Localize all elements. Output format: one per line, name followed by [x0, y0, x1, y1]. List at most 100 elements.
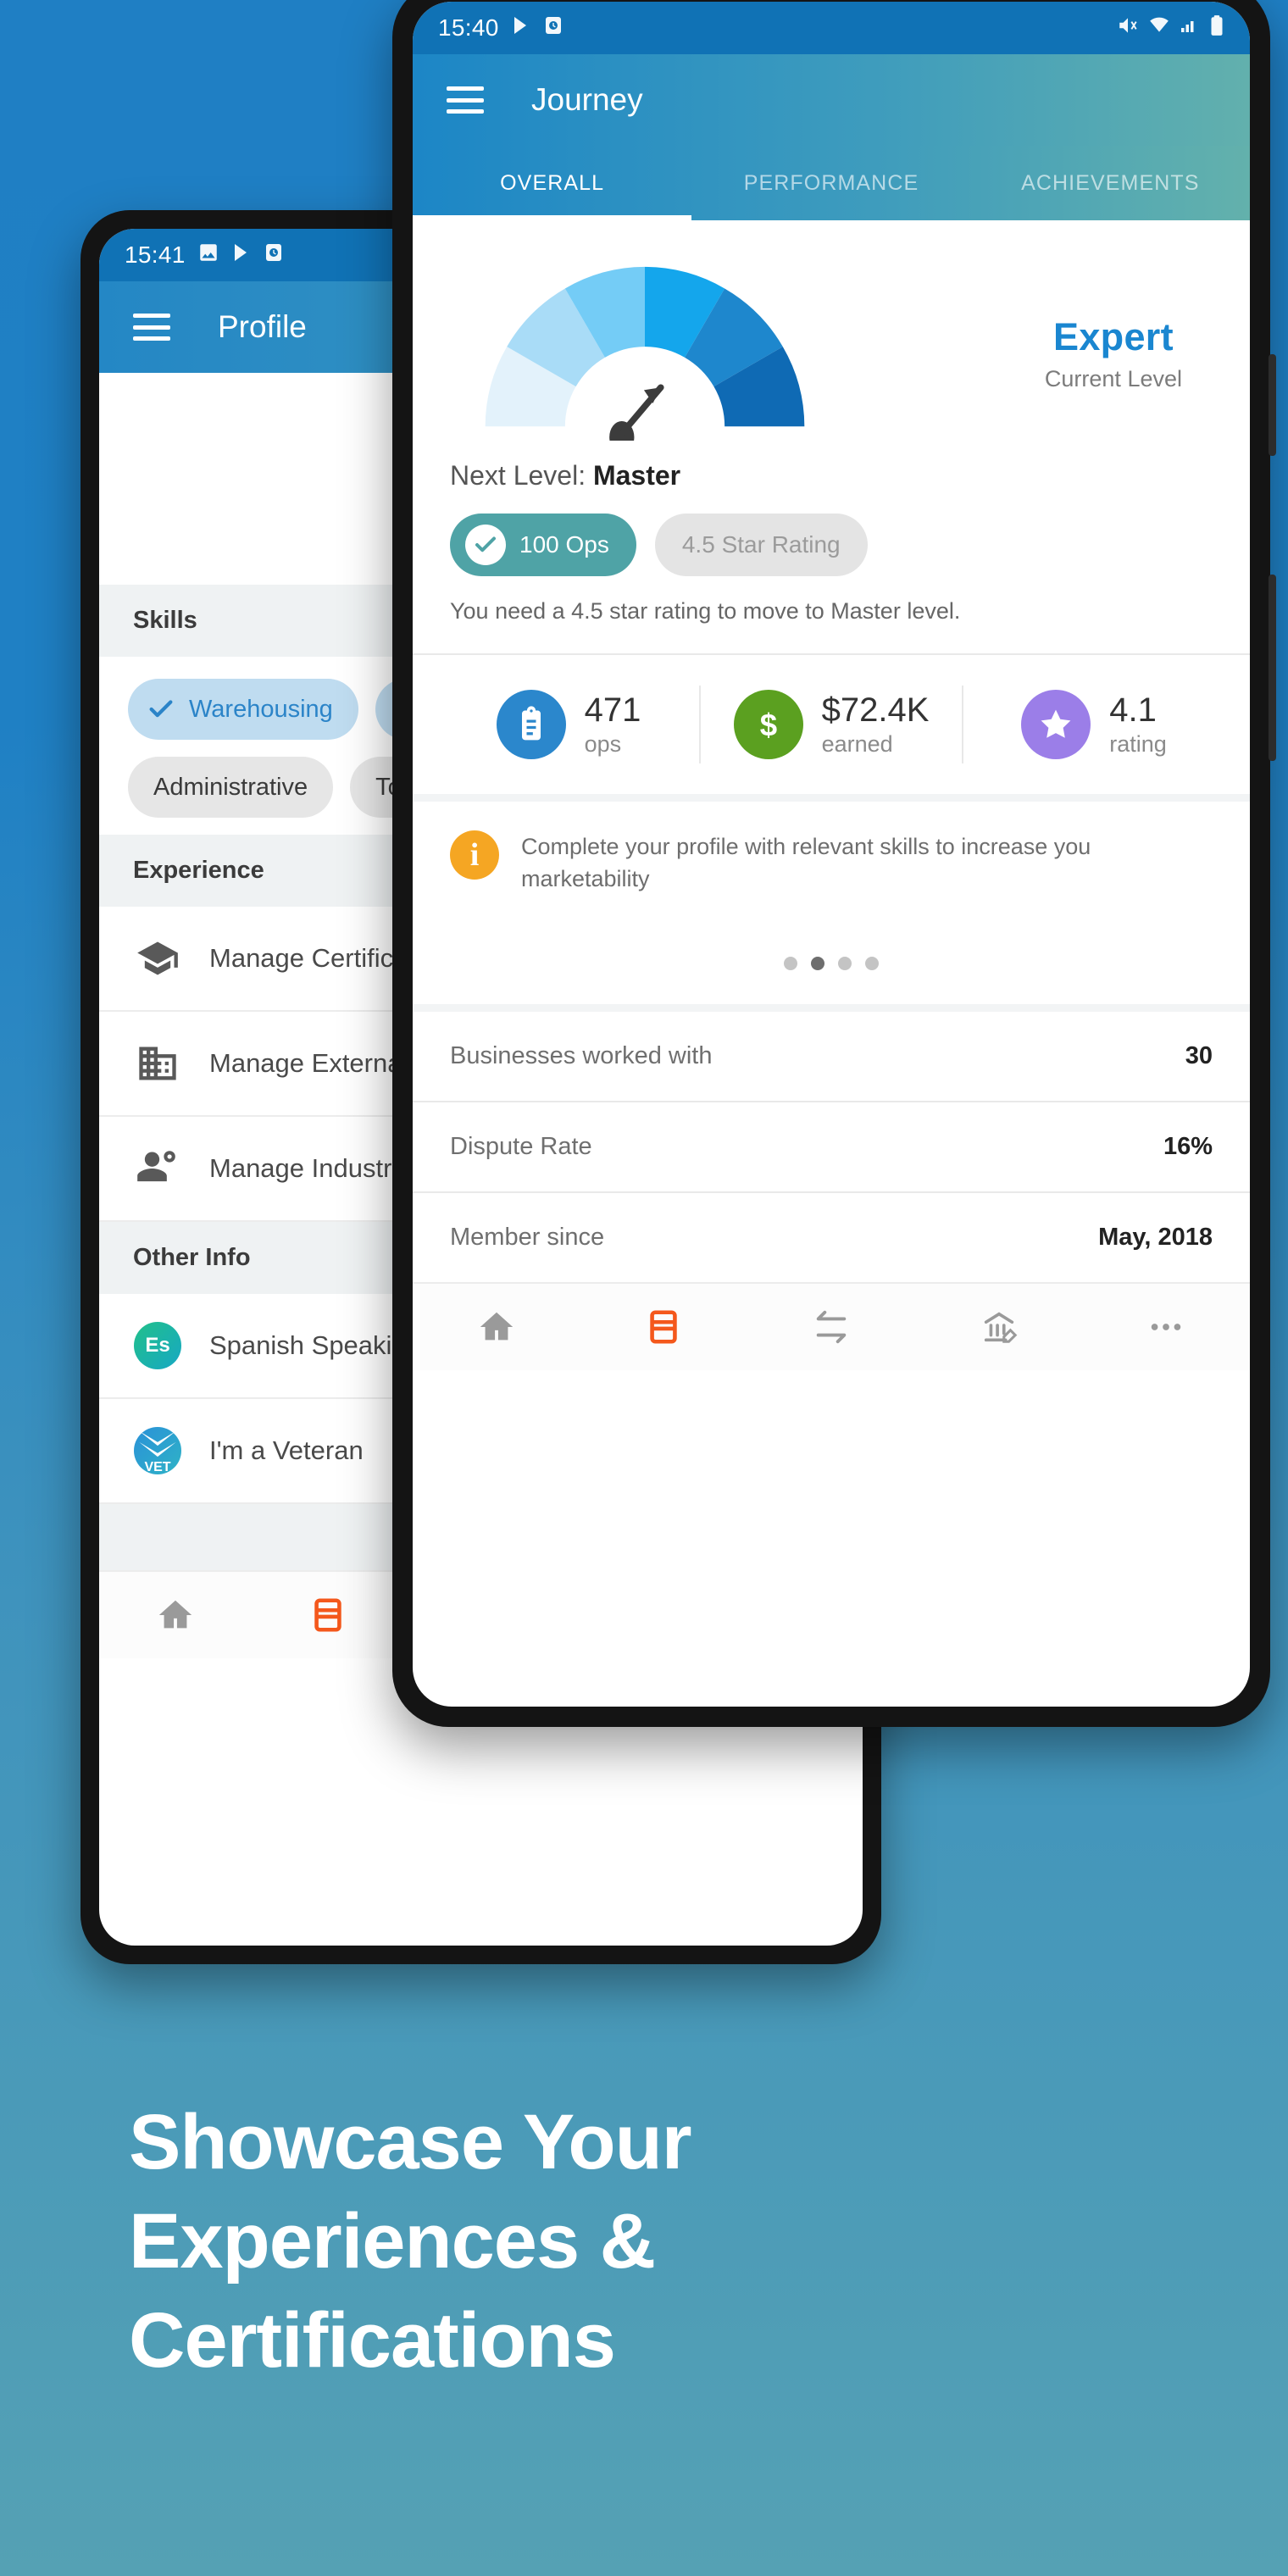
detail-value: 16% [1163, 1132, 1213, 1160]
detail-key: Businesses worked with [450, 1041, 713, 1069]
volume-up-button[interactable] [1269, 354, 1276, 456]
requirement-chip-ops[interactable]: 100 Ops [450, 514, 636, 576]
play-store-icon [511, 14, 531, 42]
status-time: 15:40 [438, 14, 499, 41]
front-phone-device: 15:40 Journey OVERALL PERFORMANCE ACHIEV… [392, 0, 1276, 1727]
spanish-badge-text: Es [134, 1322, 181, 1369]
check-icon [147, 695, 175, 724]
stats-row: 471 ops $ $72.4K earned 4.1 rating [413, 655, 1250, 794]
stat-label: rating [1109, 730, 1167, 757]
nav-transfer[interactable] [747, 1307, 915, 1346]
detail-value: May, 2018 [1098, 1223, 1213, 1251]
skill-label: Administrative [153, 773, 308, 801]
detail-key: Member since [450, 1223, 605, 1251]
clock-icon [264, 242, 284, 269]
mute-icon [1117, 14, 1139, 42]
current-level-box: Expert Current Level [1045, 249, 1213, 392]
info-banner: i Complete your profile with relevant sk… [413, 802, 1250, 913]
pager-dot[interactable] [784, 956, 797, 970]
skill-chip[interactable]: Warehousing [128, 679, 358, 740]
pager-dot[interactable] [865, 956, 879, 970]
stat-label: ops [584, 730, 622, 757]
stat-rating: 4.1 rating [963, 690, 1224, 759]
battery-icon [1209, 14, 1224, 42]
requirement-label: 100 Ops [519, 531, 609, 558]
tab-performance[interactable]: PERFORMANCE [691, 146, 970, 220]
stat-value: $72.4K [821, 691, 930, 729]
play-store-icon [231, 242, 252, 269]
gauge-needle-icon [609, 384, 664, 453]
pager-dot-active[interactable] [811, 956, 824, 970]
page-title: Journey [531, 82, 643, 117]
front-bottom-nav [413, 1281, 1250, 1370]
skill-chip[interactable]: Administrative [128, 757, 334, 818]
gauge-icon [485, 266, 805, 453]
info-icon: i [450, 830, 499, 880]
requirement-chip-rating[interactable]: 4.5 Star Rating [654, 514, 868, 576]
hamburger-icon[interactable] [133, 314, 170, 341]
detail-value: 30 [1185, 1041, 1213, 1069]
tab-achievements[interactable]: ACHIEVEMENTS [971, 146, 1250, 220]
stat-value: 4.1 [1109, 691, 1157, 729]
dollar-icon: $ [733, 690, 803, 759]
divider [413, 1003, 1250, 1012]
level-gauge [467, 249, 823, 453]
tab-bar: OVERALL PERFORMANCE ACHIEVEMENTS [413, 146, 1250, 220]
next-level-prefix: Next Level: [450, 460, 586, 491]
carousel-pager[interactable] [413, 913, 1250, 1004]
pager-dot[interactable] [838, 956, 852, 970]
list-item-label: I'm a Veteran [209, 1435, 364, 1465]
info-banner-text: Complete your profile with relevant skil… [521, 834, 1091, 892]
list-item-label: Spanish Speaking [209, 1330, 421, 1360]
overall-panel: Expert Current Level Next Level: Master … [413, 220, 1250, 1282]
image-icon [197, 242, 219, 269]
level-sublabel: Current Level [1044, 366, 1182, 391]
headline-line-1: Showcase Your [129, 2099, 692, 2185]
requirement-hint: You need a 4.5 star rating to move to Ma… [450, 598, 961, 624]
detail-row-businesses[interactable]: Businesses worked with 30 [413, 1012, 1250, 1101]
marketing-headline: Showcase Your Experiences & Certificatio… [129, 2093, 1061, 2390]
front-status-bar: 15:40 [413, 2, 1250, 54]
graduation-cap-icon [133, 936, 182, 980]
detail-key: Dispute Rate [450, 1132, 592, 1160]
detail-row-member-since[interactable]: Member since May, 2018 [413, 1193, 1250, 1282]
nav-more[interactable] [1082, 1307, 1250, 1346]
level-name: Expert [1053, 315, 1174, 358]
next-level-name: Master [592, 460, 681, 491]
requirement-chips: 100 Ops 4.5 Star Rating [413, 491, 1250, 576]
clipboard-icon [496, 690, 566, 759]
page-title: Profile [218, 309, 307, 344]
worker-icon [133, 1146, 182, 1191]
nav-home[interactable] [99, 1596, 252, 1635]
nav-card[interactable] [252, 1596, 404, 1635]
list-item-label: Manage Certificati [209, 943, 421, 973]
power-button[interactable] [1269, 575, 1276, 761]
wifi-icon [1148, 14, 1170, 42]
nav-bank-edit[interactable] [915, 1307, 1083, 1346]
stat-value: 471 [584, 691, 641, 729]
tab-active-indicator [413, 215, 692, 220]
tab-overall[interactable]: OVERALL [413, 146, 691, 220]
nav-card[interactable] [580, 1307, 748, 1346]
check-icon [465, 525, 506, 565]
requirement-label: 4.5 Star Rating [681, 531, 841, 558]
stat-ops: 471 ops [438, 690, 699, 759]
next-level-line: Next Level: Master [413, 436, 1250, 491]
clock-icon [543, 14, 564, 42]
veteran-badge-icon: VET [133, 1427, 182, 1474]
front-app-bar: Journey [413, 54, 1250, 146]
spanish-badge-icon: Es [133, 1322, 182, 1369]
building-icon [133, 1041, 182, 1085]
svg-text:$: $ [759, 708, 776, 742]
headline-line-2: Experiences & [129, 2197, 656, 2285]
status-time: 15:41 [125, 242, 186, 268]
star-icon [1021, 690, 1091, 759]
stat-label: earned [821, 730, 893, 757]
nav-home[interactable] [413, 1307, 580, 1346]
front-phone-screen: 15:40 Journey OVERALL PERFORMANCE ACHIEV… [413, 2, 1250, 1707]
detail-row-dispute[interactable]: Dispute Rate 16% [413, 1102, 1250, 1191]
hamburger-icon[interactable] [447, 86, 484, 114]
headline-line-3: Certifications [129, 2296, 616, 2384]
signal-icon [1180, 14, 1200, 42]
veteran-badge-text: VET [144, 1460, 171, 1474]
